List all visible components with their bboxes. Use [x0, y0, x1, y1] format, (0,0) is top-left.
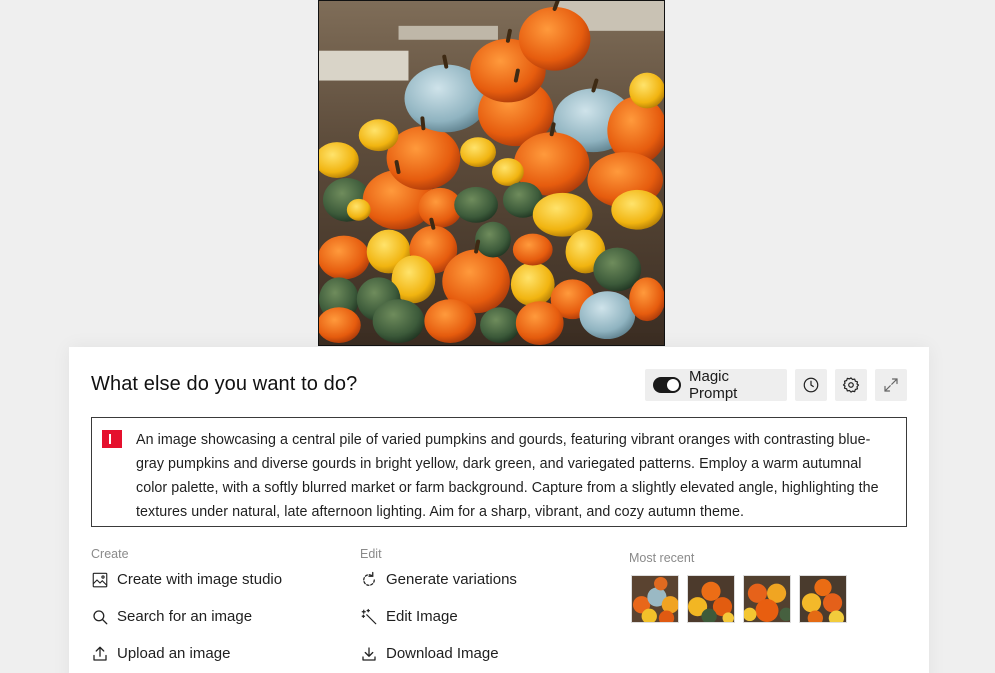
recent-heading: Most recent [629, 551, 695, 565]
thumbnail-image [632, 576, 678, 622]
recent-thumbnail-4[interactable] [799, 575, 847, 623]
generate-variations-label: Generate variations [386, 571, 517, 588]
create-heading: Create [91, 547, 129, 561]
search-image-button[interactable]: Search for an image [91, 598, 351, 635]
panel-title: What else do you want to do? [91, 373, 358, 395]
magic-prompt-toggle[interactable]: Magic Prompt [645, 368, 787, 402]
gear-icon [842, 377, 860, 393]
upload-image-button[interactable]: Upload an image [91, 635, 351, 672]
create-with-image-studio-button[interactable]: Create with image studio [91, 561, 351, 598]
thumbnail-image [688, 576, 734, 622]
create-with-image-studio-label: Create with image studio [117, 571, 283, 588]
recent-thumbnail-3[interactable] [743, 575, 791, 623]
search-image-label: Search for an image [117, 608, 253, 625]
settings-button[interactable] [835, 369, 867, 401]
edit-image-label: Edit Image [386, 608, 458, 625]
pumpkin-pile-image [319, 1, 664, 345]
panel-toolbar: Magic Prompt [645, 368, 907, 402]
upload-image-label: Upload an image [117, 645, 231, 662]
prompt-text[interactable]: An image showcasing a central pile of va… [136, 428, 890, 524]
recent-thumbnail-2[interactable] [687, 575, 735, 623]
recent-thumbnail-1[interactable] [631, 575, 679, 623]
action-panel: What else do you want to do? Magic Promp… [69, 347, 929, 673]
expand-icon [884, 378, 898, 392]
edit-section: Edit Generate variations Edit Image Down… [360, 547, 600, 672]
search-icon [93, 609, 108, 624]
generated-image[interactable] [318, 0, 665, 346]
download-icon [362, 646, 376, 661]
download-image-label: Download Image [386, 645, 499, 662]
thumbnail-image [744, 576, 790, 622]
prompt-badge-icon [102, 430, 122, 448]
create-section: Create Create with image studio Search f… [91, 547, 351, 672]
download-image-button[interactable]: Download Image [360, 635, 600, 672]
image-studio-icon [92, 572, 108, 587]
upload-icon [93, 646, 107, 661]
thumbnail-image [800, 576, 846, 622]
expand-button[interactable] [875, 369, 907, 401]
edit-heading: Edit [360, 547, 382, 561]
magic-wand-icon [361, 608, 377, 624]
recent-section: Most recent [629, 547, 869, 623]
prompt-box[interactable]: An image showcasing a central pile of va… [91, 417, 907, 527]
history-button[interactable] [795, 369, 827, 401]
recent-thumbnails [631, 575, 869, 623]
refresh-icon [363, 571, 375, 586]
edit-image-button[interactable]: Edit Image [360, 598, 600, 635]
clock-icon [803, 377, 819, 393]
panel-header: What else do you want to do? Magic Promp… [91, 368, 907, 402]
magic-prompt-label: Magic Prompt [689, 368, 738, 402]
toggle-switch[interactable] [653, 377, 681, 393]
generate-variations-button[interactable]: Generate variations [360, 561, 600, 598]
